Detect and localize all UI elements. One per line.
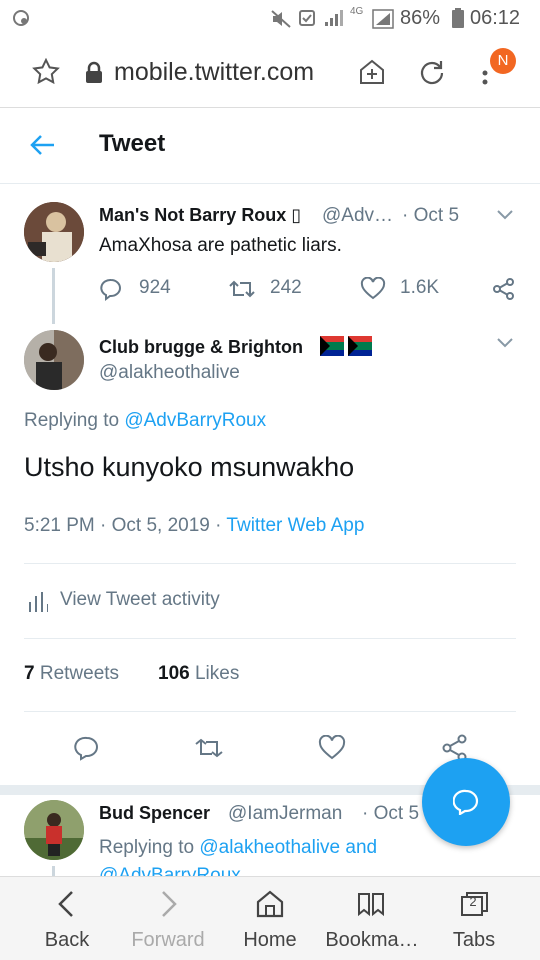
data-signal-icon	[372, 9, 394, 29]
reload-icon[interactable]	[418, 58, 446, 86]
divider	[24, 638, 516, 639]
author-handle[interactable]: @IamJerman	[228, 803, 342, 825]
reply-button[interactable]: 924	[99, 275, 189, 303]
mute-icon	[271, 10, 291, 28]
retweet-icon	[229, 280, 255, 298]
tweet-text: Utsho kunyoko msunwakho	[24, 452, 355, 482]
and-word: and	[340, 837, 378, 858]
nav-home-button[interactable]: Home	[226, 877, 314, 960]
retweets-stat[interactable]: 7 Retweets	[24, 663, 119, 685]
battery-percent: 86%	[400, 7, 441, 29]
tweet-time[interactable]: · Oct 5	[402, 205, 459, 227]
bookmarks-icon	[358, 893, 384, 917]
app-notification-icon	[13, 10, 29, 26]
back-arrow-icon[interactable]	[30, 134, 56, 156]
retweets-label: Retweets	[39, 663, 120, 684]
notification-icon	[299, 10, 315, 26]
retweet-icon[interactable]	[194, 735, 224, 761]
mention-link[interactable]: @AdvBarryRoux	[124, 410, 266, 431]
heart-icon	[360, 277, 386, 300]
tweet-timestamp: 5:21 PM · Oct 5, 2019 · Twitter Web App	[24, 515, 364, 537]
view-activity-button[interactable]: View Tweet activity	[24, 586, 324, 616]
heart-icon[interactable]	[318, 735, 346, 761]
replying-prefix: Replying to	[99, 837, 200, 858]
compose-reply-button[interactable]	[422, 758, 510, 846]
nav-bookmarks-label: Bookma…	[325, 929, 419, 951]
url-text[interactable]: mobile.twitter.com	[114, 58, 314, 87]
author-handle[interactable]: @Adv…	[322, 205, 393, 227]
replying-to: Replying to @AdvBarryRoux	[24, 410, 266, 432]
retweet-count: 242	[270, 277, 302, 298]
add-to-home-icon[interactable]	[358, 58, 386, 86]
avatar[interactable]	[24, 202, 84, 262]
tab-count: 2	[469, 894, 477, 909]
battery-icon	[452, 8, 464, 28]
view-activity-label: View Tweet activity	[60, 589, 220, 610]
like-button[interactable]: 1.6K	[360, 275, 450, 303]
mention-link[interactable]: @alakheothalive	[199, 837, 340, 858]
back-chevron-icon	[58, 891, 73, 917]
author-name[interactable]: Club brugge & Brighton	[99, 337, 303, 358]
retweets-count: 7	[24, 663, 35, 684]
notification-badge: N	[490, 48, 516, 74]
author-handle[interactable]: @alakheothalive	[99, 362, 240, 384]
nav-back-button[interactable]: Back	[22, 877, 112, 960]
divider	[24, 711, 516, 712]
chevron-down-icon[interactable]	[496, 208, 514, 222]
signal-icon	[325, 10, 343, 26]
tweet-time[interactable]: · Oct 5	[362, 803, 419, 825]
like-count: 1.6K	[400, 277, 440, 298]
bookmark-star-icon[interactable]	[32, 58, 60, 86]
likes-label: Likes	[194, 663, 240, 684]
more-vertical-icon	[482, 70, 488, 85]
reply-icon	[100, 278, 121, 301]
network-type: 4G	[350, 6, 364, 17]
likes-count: 106	[158, 663, 190, 684]
nav-tabs-button[interactable]: 2 Tabs	[434, 877, 514, 960]
analytics-icon	[29, 592, 48, 612]
browser-bottom-nav: Back Forward Home Bookma… 2 Tabs	[0, 876, 540, 960]
author-name[interactable]: Man's Not Barry Roux ▯	[99, 205, 301, 226]
avatar[interactable]	[24, 330, 84, 390]
source-link[interactable]: Twitter Web App	[226, 515, 364, 536]
reply-count: 924	[139, 277, 171, 298]
avatar[interactable]	[24, 800, 84, 860]
clock: 06:12	[470, 7, 521, 29]
south-africa-flags-icon	[320, 336, 372, 356]
browser-menu-button[interactable]	[482, 60, 488, 91]
reply-bubble-icon	[453, 789, 479, 815]
avatar-image	[24, 800, 84, 860]
divider	[24, 563, 516, 564]
reply-icon[interactable]	[74, 735, 100, 761]
share-icon[interactable]	[492, 277, 516, 301]
forward-chevron-icon	[162, 891, 177, 917]
tweet-text: AmaXhosa are pathetic liars.	[99, 235, 342, 256]
browser-url-bar: mobile.twitter.com N	[0, 36, 540, 108]
nav-forward-button[interactable]: Forward	[122, 877, 214, 960]
author-name[interactable]: Bud Spencer	[99, 803, 210, 824]
retweet-button[interactable]: 242	[228, 275, 318, 303]
avatar-image	[24, 202, 84, 262]
page-header: Tweet	[0, 108, 540, 184]
likes-stat[interactable]: 106 Likes	[158, 663, 239, 685]
nav-tabs-label: Tabs	[452, 929, 496, 951]
nav-bookmarks-button[interactable]: Bookma…	[320, 877, 424, 960]
nav-back-label: Back	[44, 929, 90, 951]
chevron-down-icon[interactable]	[496, 336, 514, 350]
home-icon	[256, 890, 284, 918]
lock-icon	[86, 61, 102, 83]
avatar-image	[24, 330, 84, 390]
nav-home-label: Home	[243, 929, 297, 951]
replying-prefix: Replying to	[24, 410, 125, 431]
thread-line	[52, 268, 55, 324]
status-bar: 4G 86% 06:12	[0, 0, 540, 36]
nav-forward-label: Forward	[131, 929, 205, 951]
timestamp-text: 5:21 PM · Oct 5, 2019 ·	[24, 515, 227, 536]
page-title: Tweet	[99, 130, 166, 157]
